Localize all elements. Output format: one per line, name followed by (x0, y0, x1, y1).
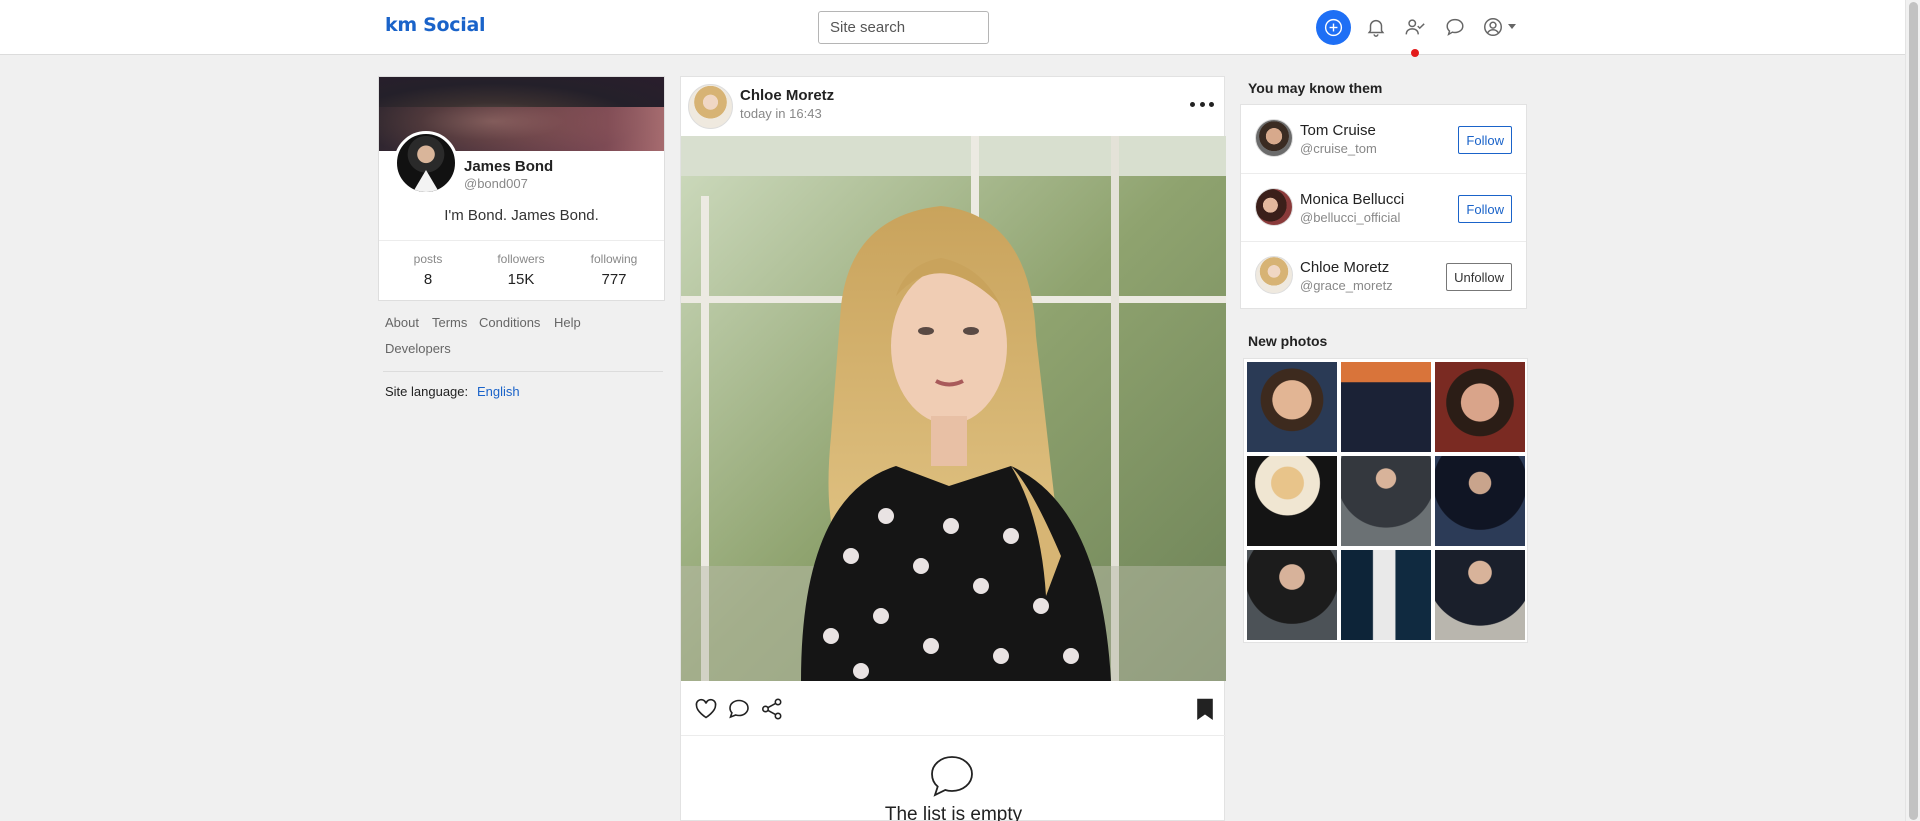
suggestion-avatar[interactable] (1255, 256, 1293, 294)
comment-button[interactable] (726, 696, 752, 722)
profile-bio: I'm Bond. James Bond. (444, 207, 599, 224)
notifications-button[interactable] (1362, 13, 1390, 41)
scrollbar-thumb[interactable] (1909, 2, 1918, 820)
dot-icon (1190, 101, 1195, 107)
suggestion-avatar[interactable] (1255, 119, 1293, 157)
dot-icon (1199, 101, 1205, 107)
footer-link-developers[interactable]: Developers (385, 341, 451, 356)
dot-icon (1209, 101, 1214, 107)
notification-dot (1411, 49, 1419, 57)
chat-icon (1446, 18, 1464, 36)
footer-link-help[interactable]: Help (554, 315, 581, 330)
site-search-input[interactable] (818, 11, 989, 44)
user-menu-button[interactable] (1479, 13, 1507, 41)
profile-card: James Bond @bond007 I'm Bond. James Bond… (378, 76, 665, 301)
footer-link-about[interactable]: About (385, 315, 419, 330)
bookmark-icon (1197, 698, 1213, 721)
stat-label: following (590, 252, 638, 266)
suggestion-name[interactable]: Monica Bellucci (1300, 191, 1404, 208)
photo-thumbnail[interactable] (1341, 456, 1431, 546)
caret-down-icon[interactable] (1508, 24, 1516, 29)
unfollow-button[interactable]: Unfollow (1446, 263, 1512, 291)
post-photo-illustration (681, 136, 1226, 681)
suggestion-row: Chloe Moretz @grace_moretz Unfollow (1241, 241, 1526, 309)
top-navbar: km Social (0, 0, 1905, 55)
suggestion-handle: @bellucci_official (1300, 210, 1401, 225)
comments-empty-message: The list is empty (884, 804, 1023, 821)
footer-divider (383, 371, 663, 372)
add-post-button[interactable] (1316, 10, 1351, 45)
photo-thumbnail[interactable] (1341, 362, 1431, 452)
user-check-icon (1405, 19, 1425, 35)
site-language-label: Site language: (385, 384, 469, 399)
follow-button[interactable]: Follow (1458, 195, 1512, 223)
stat-following[interactable]: following 777 (579, 252, 649, 288)
stat-label: followers (497, 252, 545, 266)
photo-thumbnail[interactable] (1435, 362, 1525, 452)
post-options-button[interactable] (1190, 98, 1214, 110)
suggestion-name[interactable]: Chloe Moretz (1300, 259, 1389, 276)
new-photos-title: New photos (1248, 333, 1328, 349)
stat-value: 777 (601, 271, 627, 288)
stat-posts[interactable]: posts 8 (393, 252, 463, 288)
profile-stats: posts 8 followers 15K following 777 (379, 240, 664, 300)
post-actions-bar (681, 681, 1226, 736)
new-photos-grid (1243, 358, 1528, 643)
photo-thumbnail[interactable] (1341, 550, 1431, 640)
suggestion-avatar[interactable] (1255, 188, 1293, 226)
follow-button[interactable]: Follow (1458, 126, 1512, 154)
footer-link-terms[interactable]: Terms (432, 315, 467, 330)
photo-thumbnail[interactable] (1247, 456, 1337, 546)
suggestion-name[interactable]: Tom Cruise (1300, 122, 1376, 139)
like-button[interactable] (693, 696, 719, 722)
share-icon (761, 698, 782, 720)
bell-icon (1367, 19, 1385, 37)
messages-button[interactable] (1441, 13, 1469, 41)
stat-label: posts (413, 252, 443, 266)
post-timestamp: today in 16:43 (740, 106, 822, 121)
suggestion-row: Tom Cruise @cruise_tom Follow (1241, 105, 1526, 173)
post-card: Chloe Moretz today in 16:43 The list is … (680, 76, 1226, 821)
stat-followers[interactable]: followers 15K (486, 252, 556, 288)
add-circle-icon (1324, 18, 1343, 37)
heart-icon (695, 698, 717, 719)
footer-link-conditions[interactable]: Conditions (479, 315, 540, 330)
profile-avatar[interactable] (394, 131, 458, 195)
photo-thumbnail[interactable] (1435, 550, 1525, 640)
photo-thumbnail[interactable] (1435, 456, 1525, 546)
suggestion-row: Monica Bellucci @bellucci_official Follo… (1241, 173, 1526, 241)
post-author-name[interactable]: Chloe Moretz (740, 87, 834, 104)
profile-handle: @bond007 (464, 176, 528, 191)
post-image[interactable] (681, 136, 1226, 681)
share-button[interactable] (759, 696, 785, 722)
friend-requests-button[interactable] (1401, 13, 1429, 41)
suggestion-handle: @cruise_tom (1300, 141, 1377, 156)
bookmark-button[interactable] (1192, 696, 1218, 722)
post-author-avatar[interactable] (688, 84, 733, 129)
suggestion-handle: @grace_moretz (1300, 278, 1393, 293)
suggestions-card: Tom Cruise @cruise_tom Follow Monica Bel… (1240, 104, 1527, 309)
photo-thumbnail[interactable] (1247, 550, 1337, 640)
suggestions-title: You may know them (1248, 80, 1383, 96)
stat-value: 8 (423, 271, 433, 288)
comment-icon (729, 699, 749, 719)
chat-bubble-icon (931, 756, 973, 797)
empty-comments-icon (929, 754, 975, 798)
site-language-link[interactable]: English (477, 384, 520, 399)
stat-value: 15K (507, 271, 535, 288)
page-scrollbar[interactable] (1905, 0, 1920, 821)
site-logo[interactable]: km Social (385, 14, 486, 36)
photo-thumbnail[interactable] (1247, 362, 1337, 452)
profile-name[interactable]: James Bond (464, 158, 553, 175)
user-circle-icon (1484, 18, 1502, 36)
